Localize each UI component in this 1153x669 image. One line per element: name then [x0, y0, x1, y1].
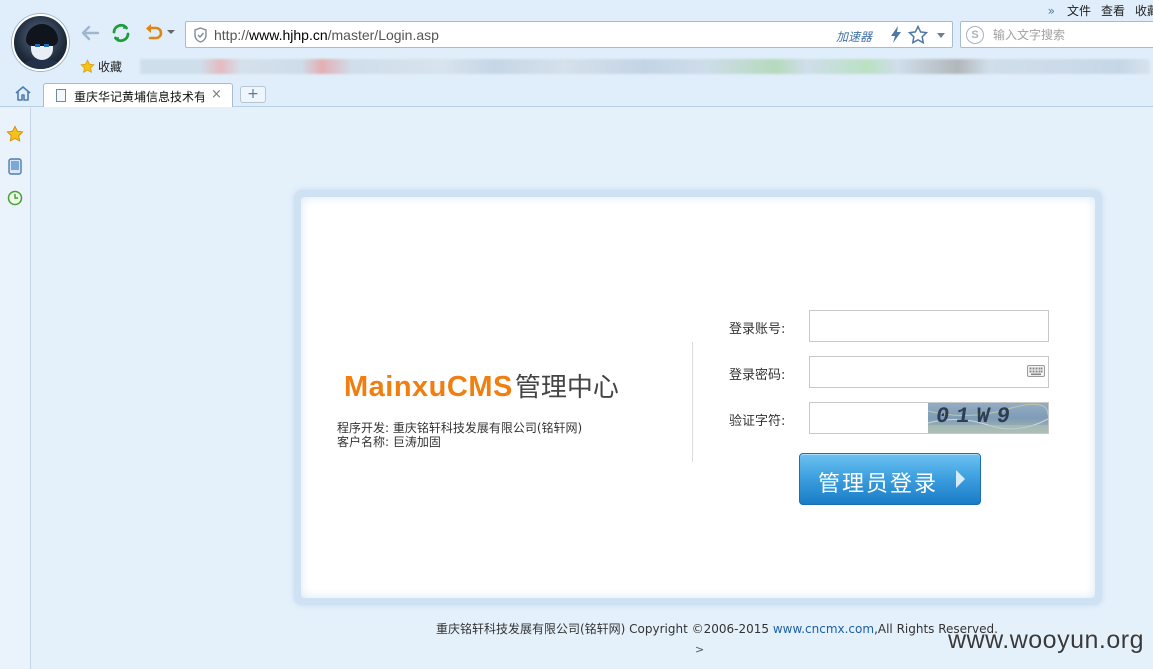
- blurred-favorites: [140, 59, 1150, 74]
- refresh-icon: [112, 23, 130, 43]
- footer-text: 重庆铭轩科技发展有限公司(铭轩网) Copyright ©2006-2015: [436, 622, 773, 636]
- sidebar-reader[interactable]: [6, 157, 24, 175]
- account-label: 登录账号:: [729, 322, 786, 337]
- vertical-divider: [692, 342, 693, 462]
- menu-bar: » 文件 查看 收藏: [1048, 2, 1153, 19]
- favorites-bar: 收藏: [80, 56, 122, 76]
- captcha-image[interactable]: 01W9: [928, 403, 1048, 433]
- menu-file[interactable]: 文件: [1067, 2, 1091, 19]
- password-input[interactable]: [809, 356, 1049, 388]
- captcha-label: 验证字符:: [729, 414, 786, 429]
- footer-arrow: >: [695, 643, 705, 656]
- login-button-label: 管理员登录: [818, 472, 939, 497]
- page-icon: [56, 89, 66, 102]
- admin-login-button[interactable]: 管理员登录: [799, 453, 981, 505]
- address-dropdown-icon[interactable]: [937, 33, 945, 38]
- close-icon[interactable]: ×: [211, 87, 222, 102]
- url-text[interactable]: http://www.hjhp.cn/master/Login.asp: [214, 27, 439, 43]
- arrow-right-icon: [956, 470, 965, 488]
- search-engine-icon[interactable]: S: [966, 26, 984, 44]
- watermark: www.wooyun.org: [948, 626, 1144, 654]
- shield-icon[interactable]: [193, 27, 208, 43]
- tab-active[interactable]: 重庆华记黄埔信息技术有限公司 ×: [43, 83, 233, 107]
- login-panel-frame: MainxuCMS管理中心 程序开发: 重庆铭轩科技发展有限公司(铭轩网) 客户…: [294, 190, 1102, 605]
- search-input[interactable]: [993, 25, 1153, 45]
- lightning-icon[interactable]: [890, 26, 902, 43]
- star-icon[interactable]: [908, 25, 928, 45]
- address-bar[interactable]: http://www.hjhp.cn/master/Login.asp 加速器: [185, 21, 953, 48]
- undo-close-button[interactable]: [142, 22, 164, 44]
- menu-chevron-icon[interactable]: »: [1048, 4, 1055, 18]
- new-tab-button[interactable]: +: [240, 86, 266, 103]
- captcha-text: 01W9: [934, 404, 1019, 429]
- accelerator-link[interactable]: 加速器: [836, 28, 872, 45]
- back-arrow-icon: [81, 25, 100, 41]
- keyboard-icon[interactable]: [1027, 365, 1045, 377]
- client-info: 客户名称: 巨涛加固: [337, 435, 441, 449]
- menu-view[interactable]: 查看: [1101, 2, 1125, 19]
- brand-subtitle: 管理中心: [514, 373, 619, 403]
- browser-toolbar: http://www.hjhp.cn/master/Login.asp 加速器 …: [0, 0, 1153, 107]
- favorites-label[interactable]: 收藏: [98, 58, 122, 75]
- star-icon: [6, 125, 24, 142]
- menu-favorites[interactable]: 收藏: [1135, 2, 1153, 19]
- clock-icon: [7, 190, 23, 206]
- footer-link[interactable]: www.cncmx.com: [773, 622, 874, 636]
- tablet-icon: [8, 157, 22, 175]
- brand-name: MainxuCMS: [344, 371, 513, 403]
- search-box[interactable]: S: [960, 21, 1153, 48]
- tab-bar: 重庆华记黄埔信息技术有限公司 × +: [0, 80, 1153, 107]
- account-input[interactable]: [809, 310, 1049, 342]
- undo-dropdown-icon[interactable]: [167, 30, 175, 34]
- undo-icon: [146, 24, 163, 40]
- sidebar-history[interactable]: [6, 189, 24, 207]
- login-panel: MainxuCMS管理中心 程序开发: 重庆铭轩科技发展有限公司(铭轩网) 客户…: [301, 197, 1095, 598]
- password-label: 登录密码:: [729, 368, 786, 383]
- home-icon[interactable]: [14, 85, 32, 101]
- footer-copyright: 重庆铭轩科技发展有限公司(铭轩网) Copyright ©2006-2015 w…: [436, 620, 998, 637]
- sidebar-favorites[interactable]: [6, 125, 24, 143]
- refresh-button[interactable]: [110, 22, 132, 44]
- star-icon: [80, 58, 95, 73]
- user-avatar[interactable]: [12, 14, 69, 71]
- back-button[interactable]: [79, 22, 101, 44]
- sidebar: [0, 108, 31, 669]
- tab-title[interactable]: 重庆华记黄埔信息技术有限公司: [74, 88, 204, 105]
- brand-title: MainxuCMS管理中心: [344, 367, 619, 404]
